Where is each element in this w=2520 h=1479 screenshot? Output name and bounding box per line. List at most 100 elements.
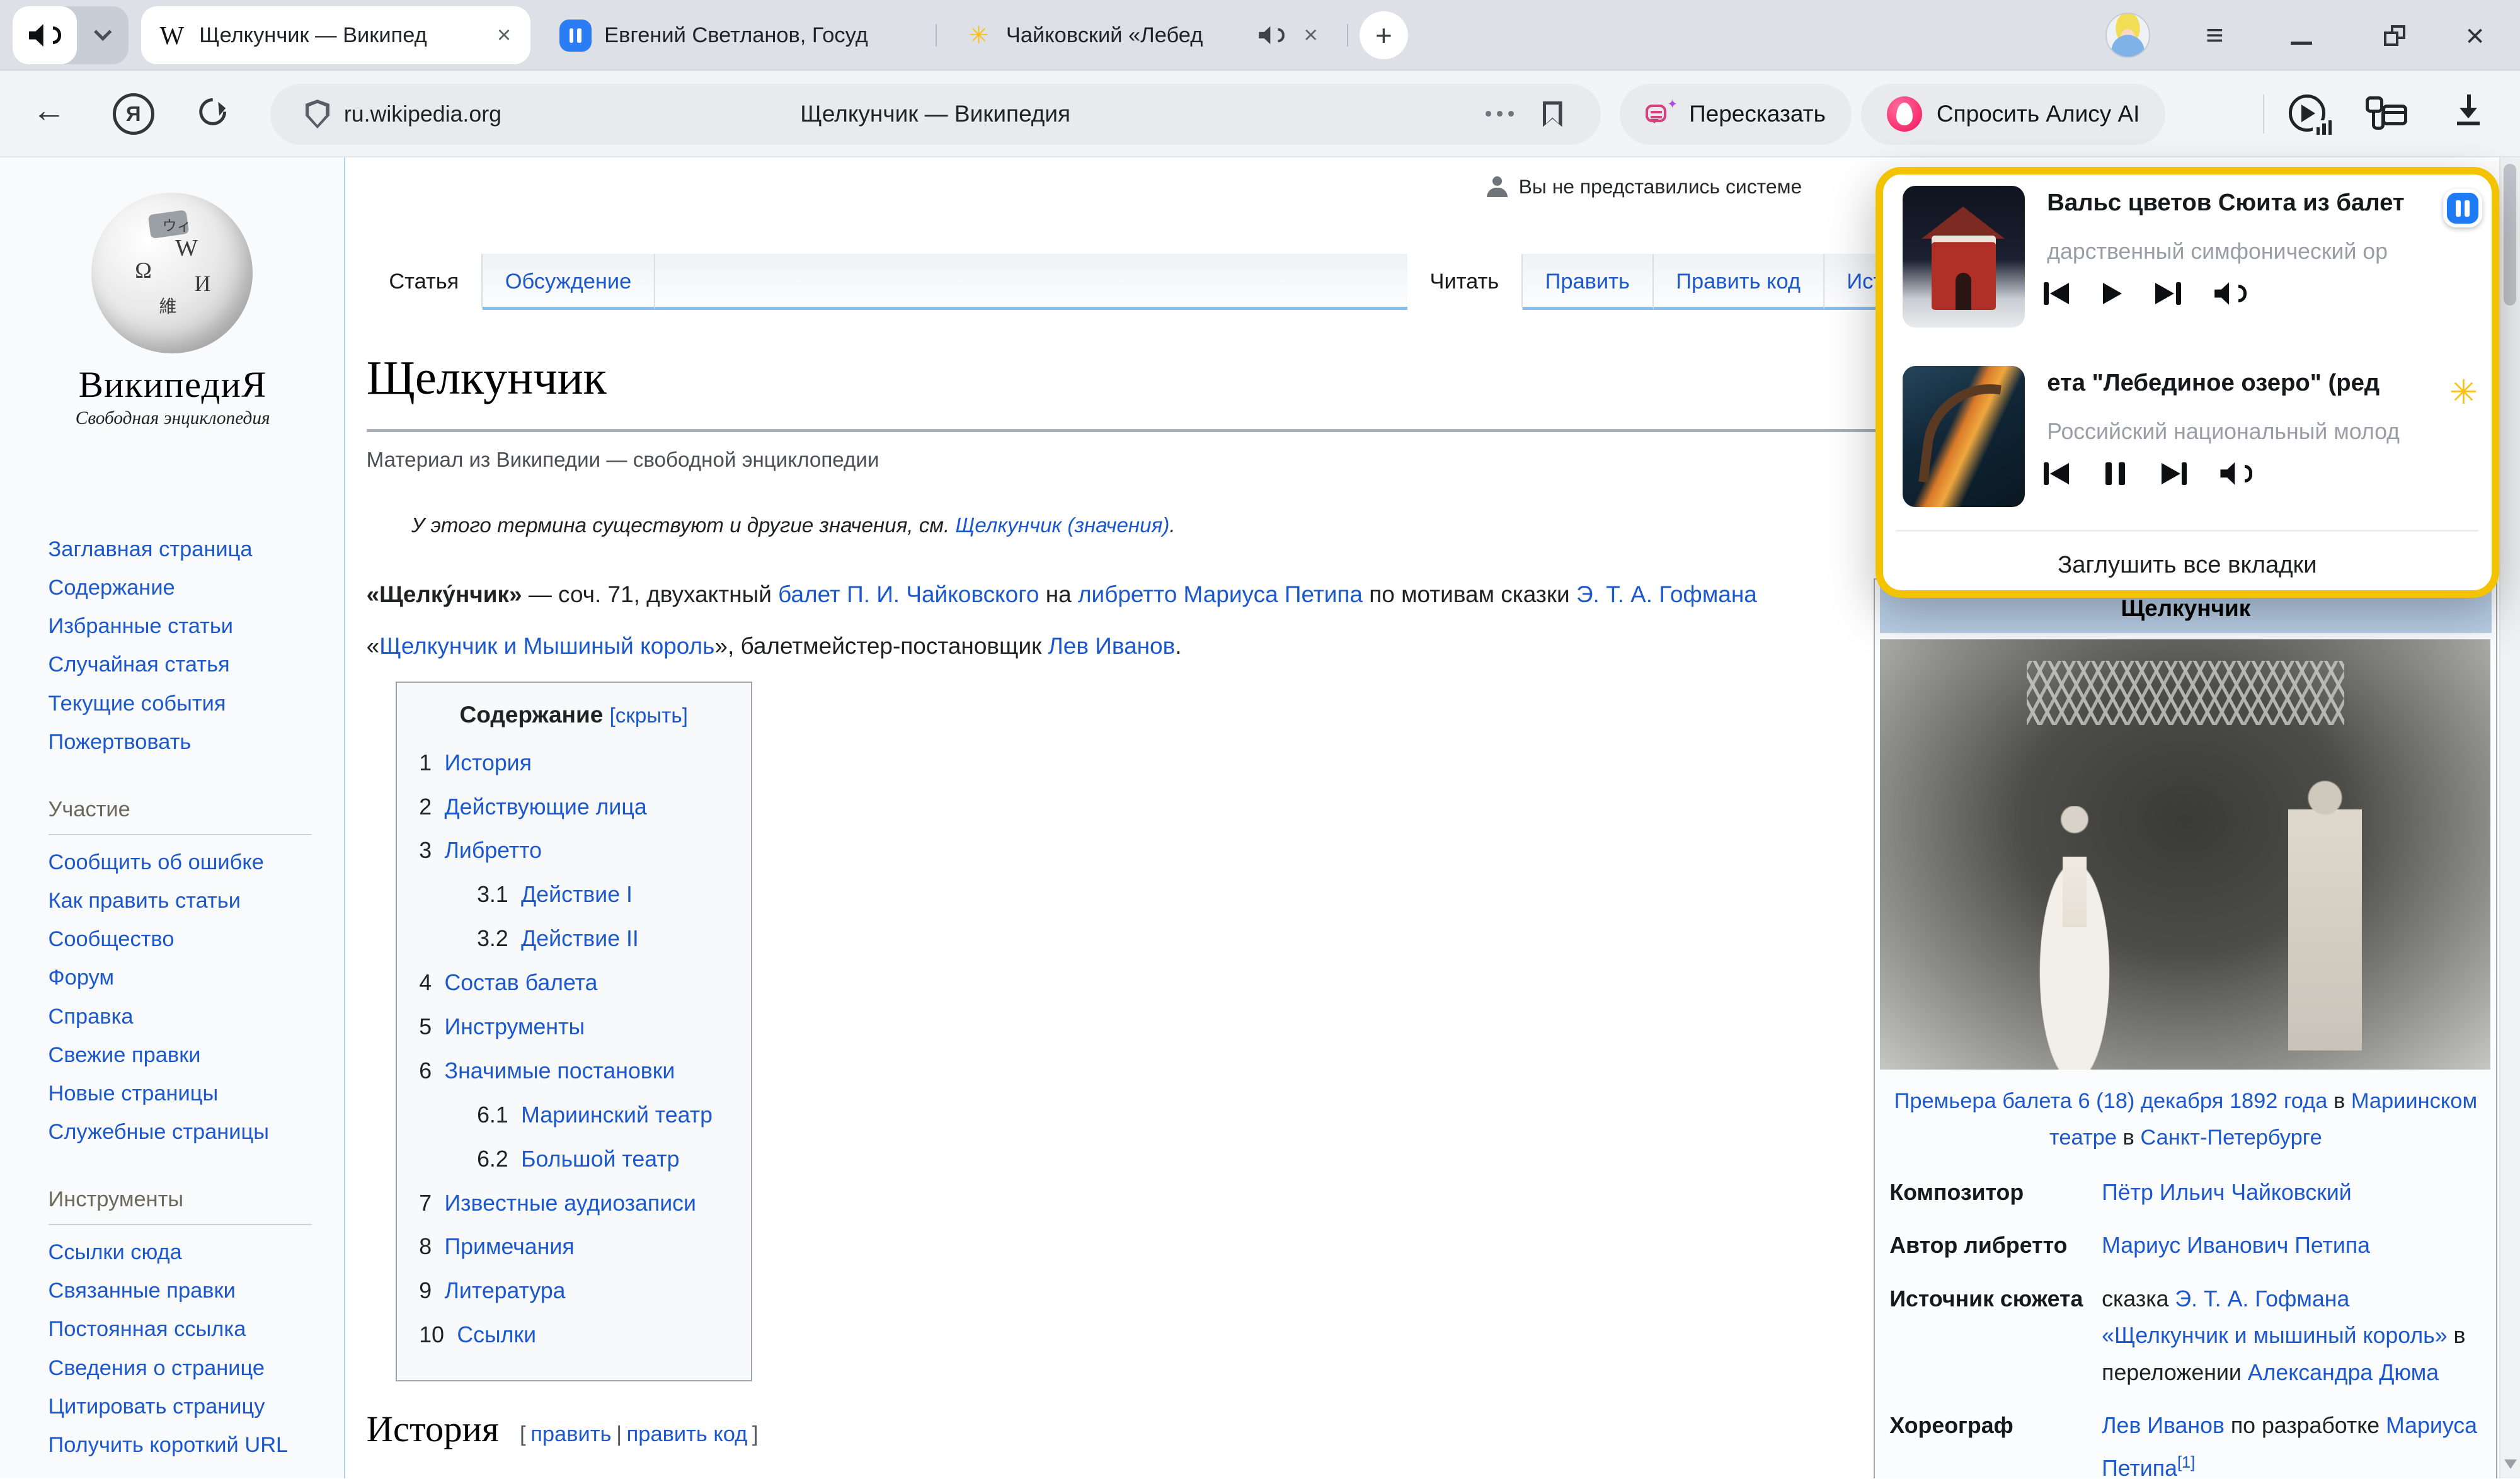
- tab-pause-badge[interactable]: [2443, 189, 2482, 227]
- sidebar-link[interactable]: Заглавная страница: [49, 530, 325, 569]
- sidebar-link[interactable]: Цитировать страницу: [49, 1388, 325, 1426]
- wiki-link[interactable]: «Щелкунчик и мышиный король»: [2102, 1323, 2448, 1348]
- sidebar-link[interactable]: Ссылки сюда: [49, 1233, 325, 1272]
- wiki-tab-Править[interactable]: Править: [1523, 254, 1654, 310]
- toc-link[interactable]: Действие II: [521, 926, 639, 951]
- browser-tab-svetlanov[interactable]: Евгений Светланов, Госуд: [543, 6, 925, 64]
- wiki-link[interactable]: 6 (18) декабря: [2078, 1089, 2223, 1113]
- wiki-link[interactable]: Лев Иванов: [2102, 1413, 2225, 1438]
- sidebar-link[interactable]: Содержание: [49, 569, 325, 607]
- wiki-tab-Обсуждение[interactable]: Обсуждение: [483, 254, 655, 310]
- close-icon[interactable]: ×: [494, 21, 515, 49]
- sidebar-link[interactable]: Сообщить об ошибке: [49, 843, 325, 882]
- toc-link[interactable]: Действующие лица: [445, 794, 647, 819]
- toc-link[interactable]: Либретто: [445, 838, 542, 863]
- previous-track-button[interactable]: [2044, 462, 2069, 485]
- sidebar-link[interactable]: Сведения о странице: [49, 1349, 325, 1388]
- toc-link[interactable]: Действие I: [521, 882, 633, 907]
- play-button[interactable]: [2103, 283, 2122, 304]
- wiki-link[interactable]: Премьера балета: [1894, 1089, 2072, 1113]
- sidebar-link[interactable]: Избранные статьи: [49, 607, 325, 646]
- wiki-tab-Читать[interactable]: Читать: [1407, 254, 1523, 310]
- sidebar-link[interactable]: Случайная статья: [49, 646, 325, 684]
- pause-button[interactable]: [2103, 462, 2128, 485]
- minimize-button[interactable]: [2279, 13, 2323, 57]
- speaker-button[interactable]: [13, 6, 77, 64]
- user-note[interactable]: Вы не представились системе: [1487, 175, 1802, 198]
- toc-link[interactable]: Большой театр: [521, 1146, 679, 1172]
- sidebar-link[interactable]: Новые страницы: [49, 1075, 325, 1113]
- more-options-icon[interactable]: [1486, 111, 1514, 117]
- wiki-link[interactable]: Пётр Ильич Чайковский: [2102, 1180, 2352, 1205]
- edit-link[interactable]: править: [530, 1422, 611, 1446]
- passwords-wallet-icon[interactable]: [2366, 96, 2407, 130]
- wiki-link[interactable]: Щелкунчик (значения): [955, 514, 1169, 537]
- volume-button[interactable]: [2220, 462, 2252, 485]
- sidebar-link[interactable]: Связанные правки: [49, 1272, 325, 1310]
- volume-button[interactable]: [2214, 282, 2247, 305]
- sidebar-link[interactable]: Справка: [49, 998, 325, 1036]
- ballet-photo[interactable]: [1880, 639, 2490, 1070]
- toc-link[interactable]: Примечания: [445, 1234, 575, 1259]
- toc-link[interactable]: Значимые постановки: [445, 1058, 675, 1083]
- toc-link[interactable]: История: [445, 750, 532, 775]
- back-button[interactable]: ←: [32, 91, 66, 130]
- ask-alice-button[interactable]: Спросить Алису AI: [1861, 84, 2165, 145]
- wiki-tab-Править код[interactable]: Править код: [1654, 254, 1824, 310]
- audio-card-swan-lake[interactable]: ✳ ета "Лебединое озеро" (ред Российский …: [1903, 366, 2478, 514]
- wiki-link[interactable]: Мариус Иванович Петипа: [2102, 1233, 2370, 1258]
- wiki-link[interactable]: Лев Иванов: [1048, 633, 1176, 659]
- sidebar-link[interactable]: Форум: [49, 959, 325, 997]
- toc-link[interactable]: Известные аудиозаписи: [445, 1191, 696, 1216]
- address-url[interactable]: ru.wikipedia.org: [344, 84, 501, 145]
- page-scrollbar[interactable]: [2499, 157, 2520, 1478]
- sidebar-link[interactable]: Получить короткий URL: [49, 1426, 325, 1465]
- sidebar-link[interactable]: Пожертвовать: [49, 723, 325, 762]
- browser-tab-wikipedia[interactable]: W Щелкунчик — Википед ×: [141, 6, 530, 64]
- shield-icon[interactable]: [306, 100, 329, 128]
- wiki-tab-Статья[interactable]: Статья: [367, 254, 483, 310]
- sidebar-link[interactable]: Текущие события: [49, 685, 325, 723]
- address-bar[interactable]: Щелкунчик — Википедия ru.wikipedia.org: [270, 84, 1601, 145]
- sidebar-link[interactable]: Сообщество: [49, 920, 325, 959]
- wiki-link[interactable]: балет П. И. Чайковского: [778, 581, 1039, 607]
- sound-menu-button[interactable]: [77, 6, 129, 64]
- restore-button[interactable]: [2372, 13, 2417, 57]
- toc-link[interactable]: Мариинский театр: [521, 1102, 713, 1128]
- wiki-link[interactable]: Э. Т. А. Гофмана: [2175, 1286, 2349, 1311]
- previous-track-button[interactable]: [2044, 282, 2069, 305]
- close-window-button[interactable]: ×: [2453, 13, 2497, 57]
- wiki-link[interactable]: Санкт-Петербурге: [2140, 1126, 2322, 1150]
- browser-tab-tchaikovsky[interactable]: ✳ Чайковский «Лебед ×: [948, 6, 1337, 64]
- next-track-button[interactable]: [2162, 462, 2187, 485]
- media-player-icon[interactable]: [2289, 94, 2326, 132]
- sidebar-link[interactable]: Постоянная ссылка: [49, 1310, 325, 1349]
- toc-link[interactable]: Литература: [445, 1278, 566, 1303]
- next-track-button[interactable]: [2155, 282, 2180, 305]
- wikipedia-wordmark[interactable]: ВикипедиЯ: [0, 363, 345, 406]
- toc-hide-toggle[interactable]: [скрыть]: [610, 704, 688, 728]
- scrollbar-thumb[interactable]: [2504, 164, 2516, 305]
- sidebar-link[interactable]: Свежие правки: [49, 1036, 325, 1075]
- mute-all-tabs-button[interactable]: Заглушить все вкладки: [1883, 541, 2492, 590]
- audio-card-nutcracker[interactable]: Вальс цветов Сюита из балет дарственный …: [1903, 186, 2478, 334]
- menu-button[interactable]: ≡: [2192, 13, 2237, 57]
- edit-code-link[interactable]: править код: [627, 1422, 748, 1446]
- wiki-link[interactable]: 1892 года: [2230, 1089, 2328, 1113]
- new-tab-button[interactable]: +: [1360, 11, 1408, 60]
- toc-link[interactable]: Состав балета: [445, 970, 598, 995]
- wiki-link[interactable]: Александра Дюма: [2248, 1360, 2439, 1385]
- bookmark-icon[interactable]: [1543, 101, 1562, 127]
- avatar[interactable]: [2105, 13, 2150, 57]
- downloads-icon[interactable]: [2456, 94, 2482, 125]
- sidebar-link[interactable]: Служебные страницы: [49, 1113, 325, 1151]
- sidebar-link[interactable]: Как править статьи: [49, 882, 325, 920]
- toc-link[interactable]: Ссылки: [457, 1322, 536, 1347]
- wiki-link[interactable]: либретто Мариуса Петипа: [1078, 581, 1363, 607]
- reload-button[interactable]: [193, 93, 232, 131]
- retell-button[interactable]: ✦ Пересказать: [1620, 84, 1851, 145]
- yandex-button[interactable]: Я: [113, 93, 154, 135]
- wikipedia-globe-logo[interactable]: W И Ω 維 ウィ: [91, 193, 252, 353]
- scrollbar-down-arrow[interactable]: [2504, 1459, 2517, 1469]
- close-icon[interactable]: ×: [1300, 21, 1321, 49]
